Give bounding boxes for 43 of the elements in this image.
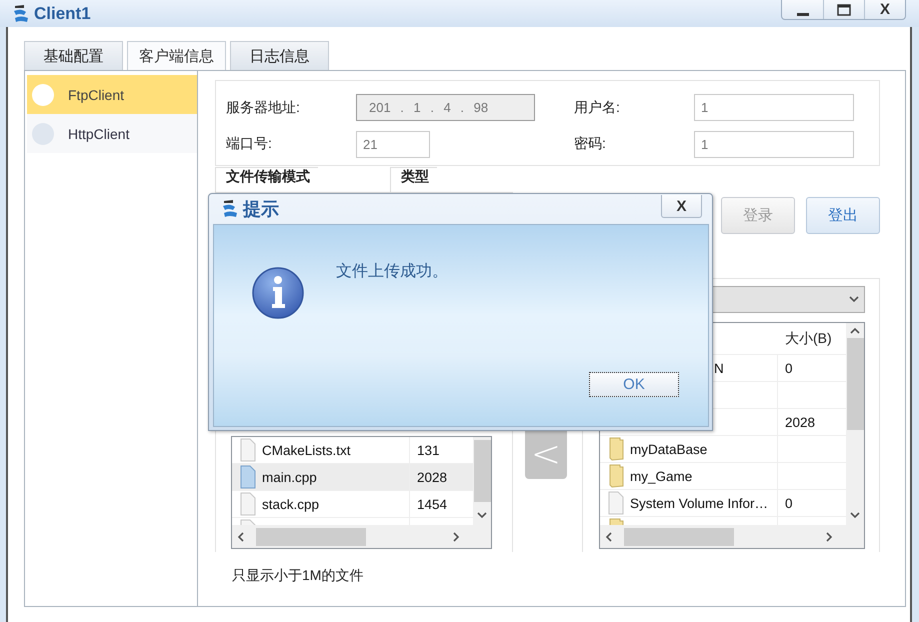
file-name: stack.cpp (262, 496, 320, 512)
close-button[interactable]: X (661, 195, 702, 218)
field-label: 密码: (574, 135, 607, 153)
column-header[interactable]: 大小(B) (778, 330, 846, 348)
input-field[interactable]: 21 (356, 130, 430, 158)
ip-address-field[interactable]: 201 . 1 . 4 . 98 (356, 94, 535, 121)
file-row[interactable]: System Volume Infor… 0 (600, 490, 846, 517)
section-tab[interactable]: 类型 (390, 167, 437, 192)
field-label: 服务器地址: (226, 98, 301, 116)
filter-note: 只显示小于1M的文件 (231, 567, 364, 585)
field-label: 端口号: (226, 135, 273, 153)
file-name: N (714, 360, 724, 376)
file-row[interactable]: my_Game (600, 463, 846, 490)
tab[interactable]: 日志信息 (230, 41, 329, 70)
file-name: myDataBase (630, 442, 708, 456)
file-size: 2028 (417, 470, 448, 484)
file-size: 0 (785, 496, 793, 510)
sidebar-item-label: FtpClient (68, 86, 124, 102)
sidebar-item[interactable]: HttpClient (27, 114, 197, 153)
file-size: 1454 (417, 496, 448, 512)
file-row[interactable]: myDataBase (600, 436, 846, 463)
field-label: 用户名: (574, 98, 621, 116)
ok-button[interactable]: OK (589, 372, 679, 397)
tab[interactable]: 基础配置 (24, 41, 123, 70)
action-button[interactable]: 登出 (806, 197, 880, 234)
file-name: System Volume Infor… (630, 496, 768, 510)
section-tab[interactable]: 文件传输模式 (215, 167, 318, 192)
file-row[interactable]: stack.cpp 1454 (232, 491, 473, 518)
file-row[interactable]: main.cpp 2028 (232, 464, 473, 491)
dialog-message: 文件上传成功。 (336, 262, 448, 282)
file-name: main.cpp (262, 470, 317, 484)
file-size: 2028 (785, 414, 816, 430)
sidebar-item-label: HttpClient (68, 126, 130, 142)
dialog-title: 提示 (243, 198, 279, 221)
window-title: Client1 (34, 4, 91, 24)
file-size: 0 (785, 360, 793, 376)
file-name: my_Game (630, 468, 692, 484)
tab[interactable]: 客户端信息 (127, 41, 226, 70)
file-name: CMakeLists.txt (262, 442, 351, 458)
input-field[interactable]: 1 (694, 130, 854, 158)
file-size: 131 (417, 442, 440, 458)
input-field[interactable]: 1 (694, 94, 854, 121)
sidebar-item[interactable]: FtpClient (27, 75, 197, 114)
